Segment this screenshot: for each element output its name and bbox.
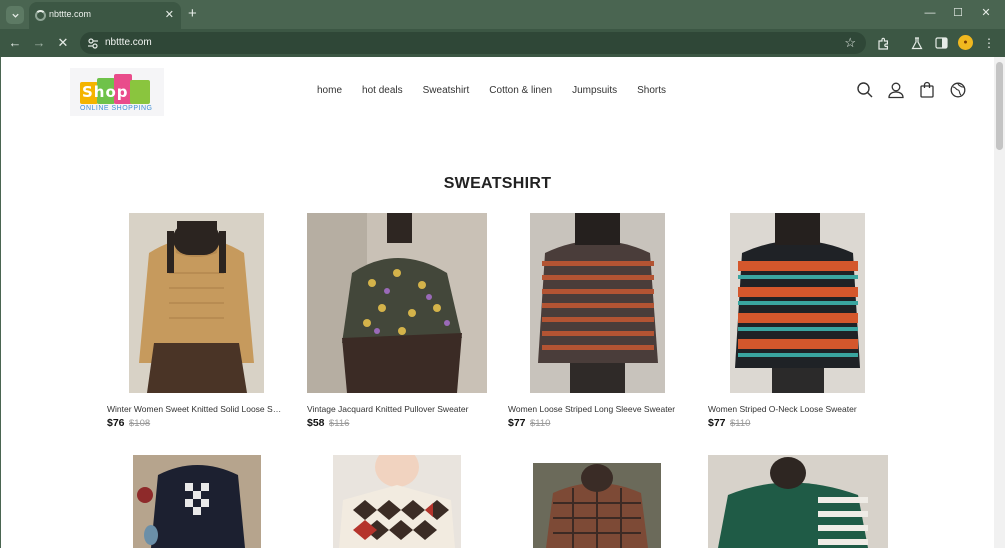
tab-title: nbttte.com	[49, 9, 92, 19]
labs-flask-icon[interactable]	[909, 35, 925, 51]
main-nav: home hot deals Sweatshirt Cotton & linen…	[317, 85, 686, 96]
product-old-price: $110	[530, 418, 551, 429]
globe-language-icon[interactable]	[949, 81, 967, 99]
product-image[interactable]	[333, 455, 461, 548]
product-price: $77	[708, 417, 726, 429]
menu-kebab-icon[interactable]: ⋮	[981, 35, 997, 51]
site-info-icon[interactable]	[86, 36, 100, 50]
bookmark-star-icon[interactable]: ☆	[844, 35, 856, 51]
product-old-price: $116	[329, 418, 350, 429]
product-price: $77	[508, 417, 526, 429]
nav-cotton-linen[interactable]: Cotton & linen	[489, 85, 552, 96]
extensions-icon[interactable]	[875, 35, 891, 51]
product-name[interactable]: Women Striped O-Neck Loose Sweater	[708, 404, 888, 414]
product-price: $76	[107, 417, 125, 429]
nav-shorts[interactable]: Shorts	[637, 85, 666, 96]
nav-hot-deals[interactable]: hot deals	[362, 85, 403, 96]
tab-search-button[interactable]	[6, 6, 24, 24]
back-icon[interactable]: ←	[7, 35, 23, 51]
product-image[interactable]	[307, 213, 487, 393]
product-image[interactable]	[533, 463, 661, 548]
browser-tab[interactable]: nbttte.com ✕	[29, 2, 181, 29]
loading-spinner-icon	[35, 10, 46, 21]
address-bar[interactable]: nbttte.com ☆	[80, 32, 866, 54]
site-logo[interactable]: Shop ONLINE SHOPPING	[70, 68, 164, 116]
side-panel-icon[interactable]	[933, 35, 949, 51]
maximize-button[interactable]: ☐	[948, 6, 968, 20]
product-old-price: $108	[129, 418, 151, 429]
shopping-bag-icon[interactable]	[918, 81, 936, 99]
search-icon[interactable]	[856, 81, 874, 99]
product-image[interactable]	[730, 213, 865, 393]
page-viewport: Shop ONLINE SHOPPING home hot deals Swea…	[1, 57, 994, 548]
logo-text: Shop	[82, 83, 129, 101]
product-image[interactable]	[133, 455, 261, 548]
product-image[interactable]	[708, 455, 888, 548]
product-image[interactable]	[129, 213, 264, 393]
product-price: $58	[307, 417, 325, 429]
product-old-price: $110	[730, 418, 751, 429]
browser-tab-bar: nbttte.com ✕ + — ☐ ✕	[0, 0, 1005, 29]
forward-icon[interactable]: →	[31, 35, 47, 51]
product-name[interactable]: Women Loose Striped Long Sleeve Sweater	[508, 404, 688, 414]
tab-close-icon[interactable]: ✕	[165, 8, 174, 22]
chevron-down-icon	[11, 13, 19, 18]
logo-subtitle: ONLINE SHOPPING	[80, 105, 153, 112]
minimize-button[interactable]: —	[920, 6, 940, 20]
new-tab-button[interactable]: +	[188, 5, 197, 23]
url-text: nbttte.com	[105, 37, 152, 48]
product-name[interactable]: Vintage Jacquard Knitted Pullover Sweate…	[307, 404, 487, 414]
logo-bag-lime	[130, 80, 150, 104]
account-icon[interactable]	[887, 81, 905, 99]
stop-loading-icon[interactable]: ✕	[55, 35, 71, 51]
scroll-thumb[interactable]	[996, 62, 1003, 150]
profile-avatar[interactable]: ●	[958, 35, 973, 50]
browser-toolbar: ← → ✕ nbttte.com ☆ ⋮	[0, 29, 1005, 57]
close-window-button[interactable]: ✕	[976, 6, 996, 20]
nav-home[interactable]: home	[317, 85, 342, 96]
product-image[interactable]	[530, 213, 665, 393]
product-name[interactable]: Winter Women Sweet Knitted Solid Loose S…	[107, 404, 285, 414]
section-title: SWEATSHIRT	[443, 175, 552, 192]
page-scrollbar[interactable]	[994, 57, 1005, 548]
nav-jumpsuits[interactable]: Jumpsuits	[572, 85, 617, 96]
nav-sweatshirt[interactable]: Sweatshirt	[423, 85, 470, 96]
